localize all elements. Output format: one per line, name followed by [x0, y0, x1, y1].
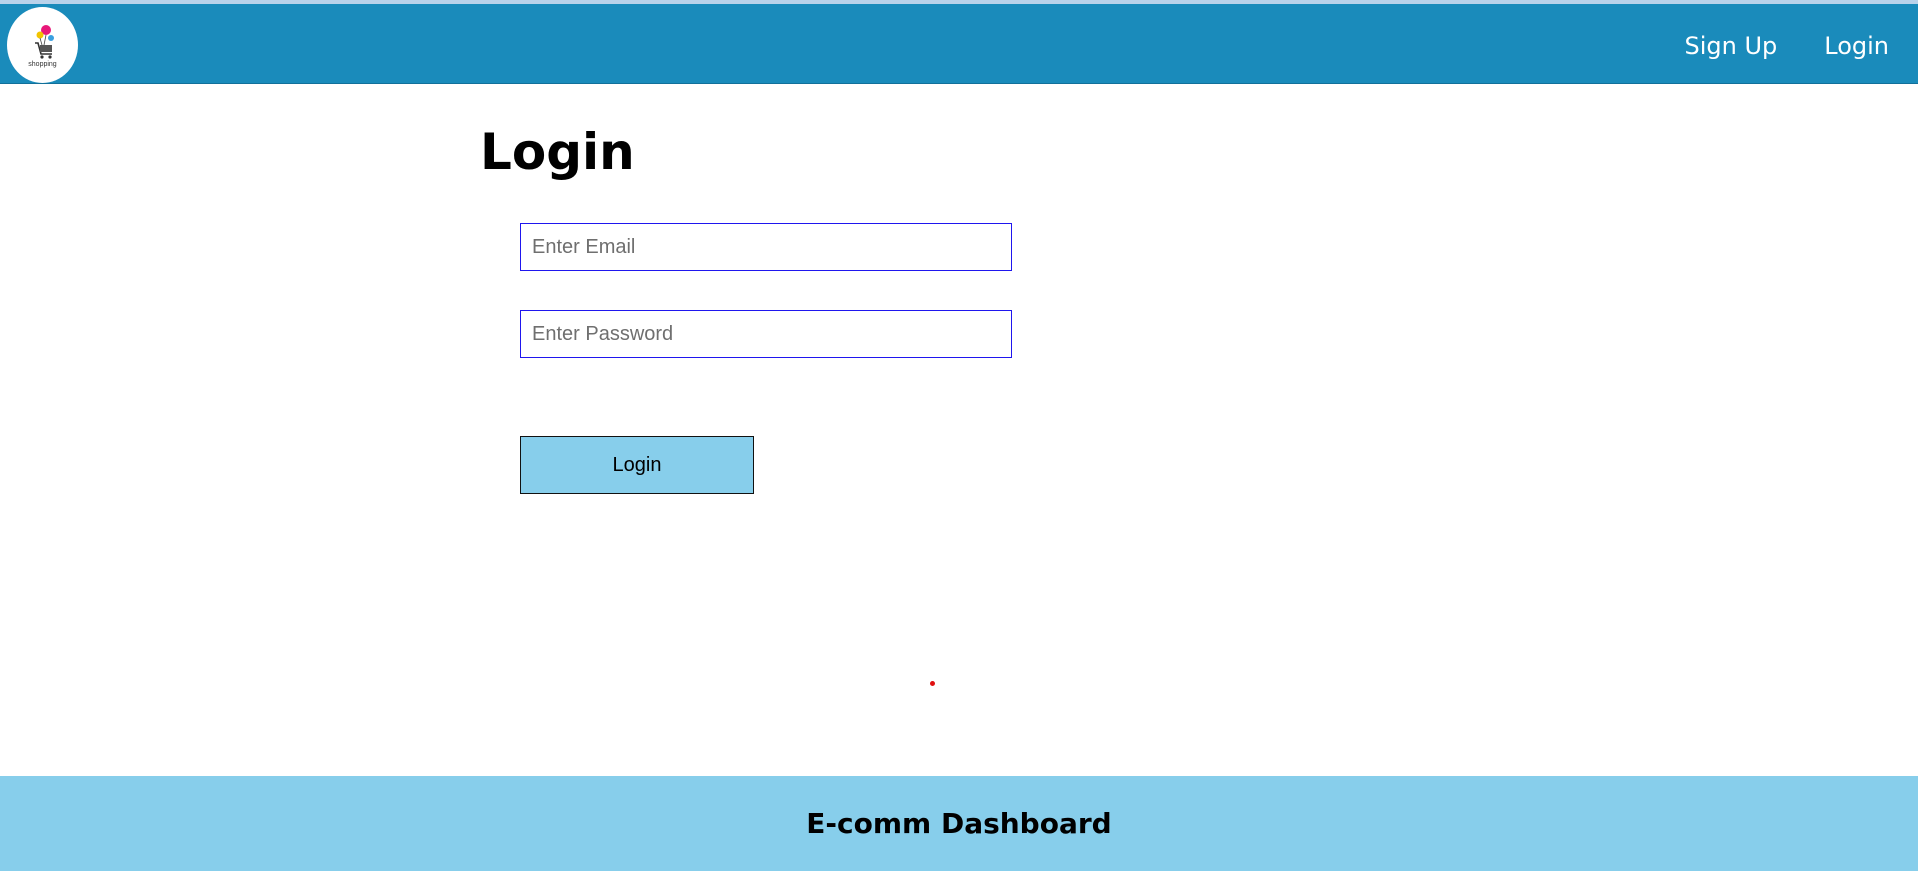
- email-input[interactable]: [520, 223, 1012, 271]
- logo-text: shopping: [28, 61, 57, 68]
- shopping-cart-logo-icon: [35, 25, 54, 59]
- footer-title: E-comm Dashboard: [806, 807, 1112, 840]
- footer: E-comm Dashboard: [0, 776, 1918, 871]
- cursor-dot: [930, 681, 935, 686]
- page-title: Login: [480, 123, 635, 181]
- password-input[interactable]: [520, 310, 1012, 358]
- navbar: shopping Sign Up Login: [0, 4, 1918, 84]
- nav-signup-link[interactable]: Sign Up: [1684, 30, 1777, 62]
- nav-links: Sign Up Login: [1684, 30, 1889, 62]
- nav-login-link[interactable]: Login: [1824, 30, 1889, 62]
- login-button[interactable]: Login: [520, 436, 754, 494]
- shopping-logo[interactable]: shopping: [7, 7, 78, 83]
- login-form: Login Login: [480, 120, 1012, 494]
